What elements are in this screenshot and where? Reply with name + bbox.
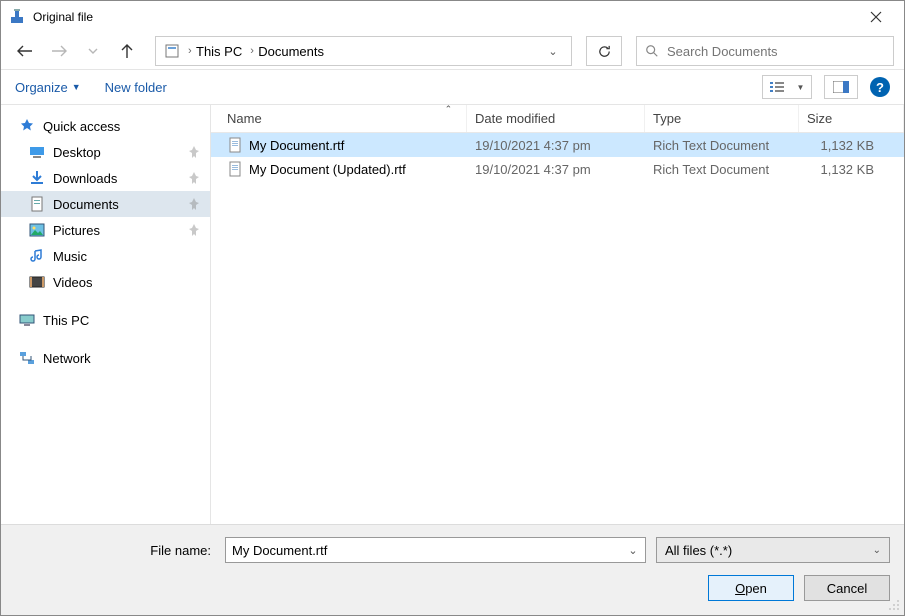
sidebar-network[interactable]: Network	[1, 345, 210, 371]
search-icon	[645, 44, 659, 58]
up-button[interactable]	[113, 37, 141, 65]
preview-pane-button[interactable]	[824, 75, 858, 99]
cancel-button[interactable]: Cancel	[804, 575, 890, 601]
breadcrumb-dropdown[interactable]: ⌄	[539, 45, 567, 58]
file-icon	[227, 137, 243, 153]
window-title: Original file	[33, 10, 856, 24]
file-size: 1,132 KB	[799, 162, 904, 177]
sidebar-this-pc[interactable]: This PC	[1, 307, 210, 333]
search-input[interactable]	[665, 43, 885, 60]
file-name: My Document (Updated).rtf	[249, 162, 406, 177]
pictures-icon	[29, 222, 45, 238]
sidebar-item-label: Downloads	[53, 171, 117, 186]
footer: File name: ⌄ All files (*.*) ⌄ Open Canc…	[1, 524, 904, 615]
pin-icon	[188, 172, 200, 184]
documents-icon	[29, 196, 45, 212]
chevron-right-icon: ›	[246, 45, 254, 57]
sidebar-item-documents[interactable]: Documents	[1, 191, 210, 217]
refresh-icon	[597, 44, 612, 59]
pin-icon	[188, 224, 200, 236]
app-icon	[9, 9, 25, 25]
titlebar: Original file	[1, 1, 904, 33]
arrow-up-icon	[119, 43, 135, 59]
arrow-left-icon	[17, 43, 33, 59]
pin-icon	[188, 198, 200, 210]
breadcrumb-documents[interactable]: Documents	[254, 44, 328, 59]
network-icon	[19, 350, 35, 366]
file-type: Rich Text Document	[645, 138, 799, 153]
help-icon: ?	[876, 80, 884, 95]
chevron-down-icon: ⌄	[873, 545, 881, 556]
organize-menu[interactable]: Organize▼	[15, 80, 81, 95]
table-row[interactable]: My Document (Updated).rtf 19/10/2021 4:37…	[211, 157, 904, 181]
preview-icon	[833, 81, 849, 93]
nav-row: › This PC › Documents ⌄	[1, 33, 904, 69]
file-type: Rich Text Document	[645, 162, 799, 177]
help-button[interactable]: ?	[870, 77, 890, 97]
pc-icon	[19, 312, 35, 328]
filename-label: File name:	[15, 543, 215, 558]
close-button[interactable]	[856, 1, 896, 33]
forward-button	[45, 37, 73, 65]
resize-grip-icon[interactable]	[888, 599, 900, 611]
col-modified[interactable]: Date modified	[467, 105, 645, 132]
col-size[interactable]: Size	[799, 105, 904, 132]
sidebar-item-desktop[interactable]: Desktop	[1, 139, 210, 165]
star-icon	[19, 118, 35, 134]
sidebar-item-label: Music	[53, 249, 87, 264]
file-name: My Document.rtf	[249, 138, 344, 153]
pin-icon	[188, 146, 200, 158]
filename-input[interactable]	[226, 543, 621, 558]
file-list: Name⌃ Date modified Type Size My Documen…	[211, 105, 904, 524]
col-name[interactable]: Name⌃	[219, 105, 467, 132]
sidebar-item-label: Desktop	[53, 145, 101, 160]
downloads-icon	[29, 170, 45, 186]
sort-indicator-icon: ⌃	[445, 104, 453, 115]
breadcrumb-this-pc[interactable]: This PC	[192, 44, 246, 59]
refresh-button[interactable]	[586, 36, 622, 66]
arrow-right-icon	[51, 43, 67, 59]
sidebar-quick-access[interactable]: Quick access	[1, 113, 210, 139]
body: Quick access Desktop Downloads Documents Pi…	[1, 105, 904, 524]
list-icon	[770, 81, 784, 93]
sidebar-item-videos[interactable]: Videos	[1, 269, 210, 295]
file-modified: 19/10/2021 4:37 pm	[467, 162, 645, 177]
open-button[interactable]: Open	[708, 575, 794, 601]
back-button[interactable]	[11, 37, 39, 65]
table-row[interactable]: My Document.rtf 19/10/2021 4:37 pmRich Te…	[211, 133, 904, 157]
recent-dropdown[interactable]	[79, 37, 107, 65]
filename-dropdown[interactable]: ⌄	[621, 544, 645, 557]
file-icon	[227, 161, 243, 177]
new-folder-button[interactable]: New folder	[105, 80, 167, 95]
search-box[interactable]	[636, 36, 894, 66]
chevron-down-icon: ▼	[72, 82, 81, 92]
music-icon	[29, 248, 45, 264]
sidebar-item-downloads[interactable]: Downloads	[1, 165, 210, 191]
sidebar-item-label: Videos	[53, 275, 93, 290]
filter-select[interactable]: All files (*.*) ⌄	[656, 537, 890, 563]
sidebar-item-label: Pictures	[53, 223, 100, 238]
videos-icon	[29, 274, 45, 290]
sidebar: Quick access Desktop Downloads Documents Pi…	[1, 105, 211, 524]
sidebar-item-pictures[interactable]: Pictures	[1, 217, 210, 243]
sidebar-item-label: Documents	[53, 197, 119, 212]
file-rows: My Document.rtf 19/10/2021 4:37 pmRich Te…	[211, 133, 904, 524]
breadcrumb[interactable]: › This PC › Documents ⌄	[155, 36, 572, 66]
desktop-icon	[29, 144, 45, 160]
file-modified: 19/10/2021 4:37 pm	[467, 138, 645, 153]
filename-field[interactable]: ⌄	[225, 537, 646, 563]
chevron-down-icon: ▼	[797, 83, 805, 92]
command-bar: Organize▼ New folder ▼ ?	[1, 69, 904, 105]
chevron-down-icon	[88, 46, 98, 56]
close-icon	[870, 11, 882, 23]
column-headers: Name⌃ Date modified Type Size	[211, 105, 904, 133]
folder-icon	[164, 43, 180, 59]
chevron-right-icon: ›	[184, 45, 192, 57]
file-open-dialog: Original file › This PC › Documents ⌄ Or…	[0, 0, 905, 616]
sidebar-item-music[interactable]: Music	[1, 243, 210, 269]
file-size: 1,132 KB	[799, 138, 904, 153]
col-type[interactable]: Type	[645, 105, 799, 132]
view-menu[interactable]: ▼	[762, 75, 812, 99]
